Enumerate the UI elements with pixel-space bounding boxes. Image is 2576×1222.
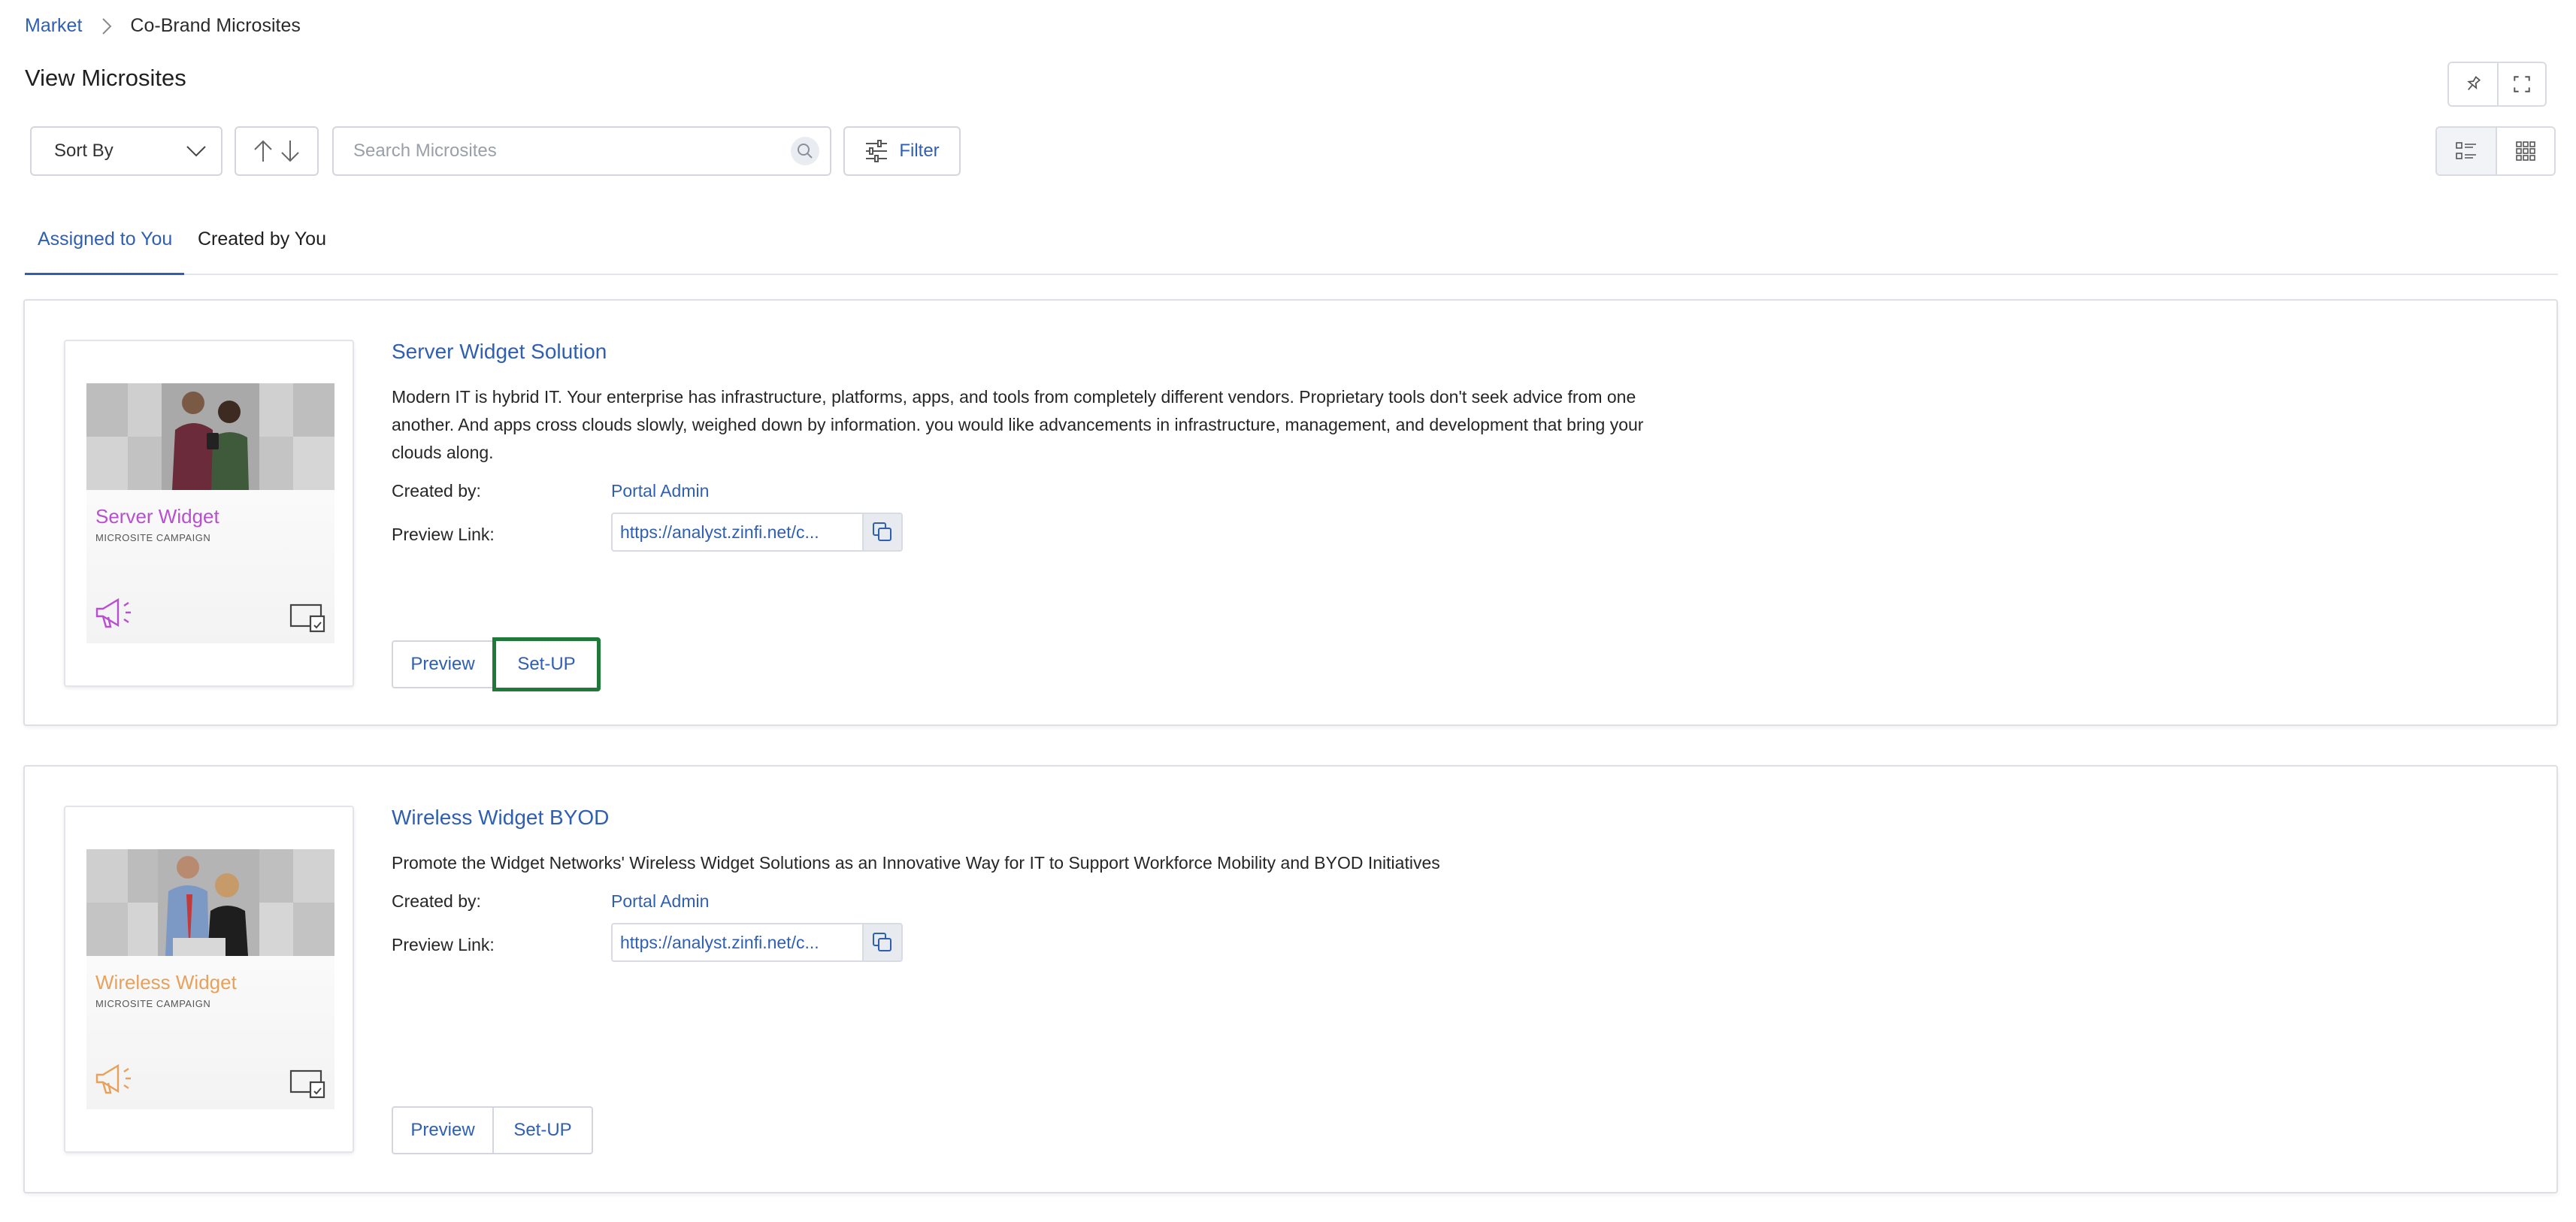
created-by-link[interactable]: Portal Admin [611, 891, 709, 912]
filter-button[interactable]: Filter [843, 126, 961, 176]
thumbnail-photo [86, 383, 334, 490]
preview-link-url[interactable]: https://analyst.zinfi.net/c... [613, 522, 862, 543]
sliders-icon [866, 140, 888, 162]
megaphone-icon [95, 597, 131, 628]
devices-icon [289, 603, 325, 633]
pin-button[interactable] [2449, 63, 2497, 105]
sort-by-label: Sort By [54, 141, 114, 161]
card-actions: Preview Set-UP [392, 1106, 593, 1154]
microsite-title-link[interactable]: Server Widget Solution [392, 340, 607, 364]
preview-link-field: https://analyst.zinfi.net/c... [611, 513, 903, 552]
thumbnail-subtitle: MICROSITE CAMPAIGN [95, 532, 211, 543]
preview-button[interactable]: Preview [392, 640, 494, 688]
grid-view-button[interactable] [2496, 128, 2554, 174]
tab-assigned-to-you[interactable]: Assigned to You [25, 228, 184, 275]
microsite-thumbnail[interactable]: Wireless Widget MICROSITE CAMPAIGN [64, 806, 354, 1153]
pin-icon [2467, 76, 2481, 91]
devices-icon [289, 1069, 325, 1099]
copy-link-button[interactable] [862, 514, 901, 550]
created-by-label: Created by: [392, 891, 481, 911]
filter-label: Filter [899, 141, 940, 161]
chevron-right-icon [101, 17, 112, 35]
preview-button[interactable]: Preview [392, 1106, 494, 1154]
arrow-up-icon [254, 140, 272, 162]
microsite-description: Promote the Widget Networks' Wireless Wi… [392, 853, 1440, 873]
view-toggle [2435, 126, 2556, 176]
breadcrumb: Market Co-Brand Microsites [25, 15, 301, 37]
search-icon[interactable] [791, 137, 819, 165]
search-input[interactable] [353, 141, 774, 162]
megaphone-icon [95, 1063, 131, 1094]
created-by-label: Created by: [392, 481, 481, 501]
thumbnail-artwork: Server Widget MICROSITE CAMPAIGN [86, 383, 334, 643]
copy-icon [873, 522, 891, 541]
microsite-card: Wireless Widget MICROSITE CAMPAIGN Wirel… [23, 765, 2558, 1193]
thumbnail-title: Wireless Widget [95, 971, 237, 994]
list-view-icon [2456, 142, 2476, 159]
thumbnail-subtitle: MICROSITE CAMPAIGN [95, 998, 211, 1009]
microsite-card: Server Widget MICROSITE CAMPAIGN Server … [23, 299, 2558, 726]
list-view-button[interactable] [2437, 128, 2496, 174]
card-actions: Preview Set-UP [392, 637, 601, 691]
page-root: Market Co-Brand Microsites View Microsit… [0, 0, 2576, 1222]
arrow-down-icon [281, 141, 299, 162]
preview-link-label: Preview Link: [392, 525, 495, 544]
copy-icon [873, 933, 891, 951]
tab-bar: Assigned to You Created by You [25, 218, 2558, 275]
preview-link-url[interactable]: https://analyst.zinfi.net/c... [613, 933, 862, 953]
thumbnail-title: Server Widget [95, 505, 219, 528]
copy-link-button[interactable] [862, 924, 901, 960]
setup-button[interactable]: Set-UP [492, 637, 601, 691]
thumbnail-artwork: Wireless Widget MICROSITE CAMPAIGN [86, 849, 334, 1109]
preview-link-field: https://analyst.zinfi.net/c... [611, 923, 903, 962]
setup-button[interactable]: Set-UP [492, 1106, 593, 1154]
sort-by-select[interactable]: Sort By [30, 126, 222, 176]
breadcrumb-current: Co-Brand Microsites [130, 15, 301, 36]
thumbnail-photo [86, 849, 334, 956]
microsite-description: Modern IT is hybrid IT. Your enterprise … [392, 387, 1644, 462]
search-box [332, 126, 831, 176]
grid-view-icon [2516, 141, 2535, 161]
microsite-thumbnail[interactable]: Server Widget MICROSITE CAMPAIGN [64, 340, 354, 687]
created-by-link[interactable]: Portal Admin [611, 481, 709, 501]
microsite-title-link[interactable]: Wireless Widget BYOD [392, 806, 609, 830]
tab-created-by-you[interactable]: Created by You [198, 228, 326, 275]
page-title: View Microsites [25, 65, 186, 91]
fullscreen-button[interactable] [2497, 63, 2545, 105]
preview-link-label: Preview Link: [392, 935, 495, 954]
chevron-down-icon [186, 146, 206, 157]
page-actions [2447, 62, 2547, 107]
sort-direction-button[interactable] [235, 126, 319, 176]
breadcrumb-market-link[interactable]: Market [25, 15, 82, 37]
fullscreen-icon [2514, 76, 2530, 92]
